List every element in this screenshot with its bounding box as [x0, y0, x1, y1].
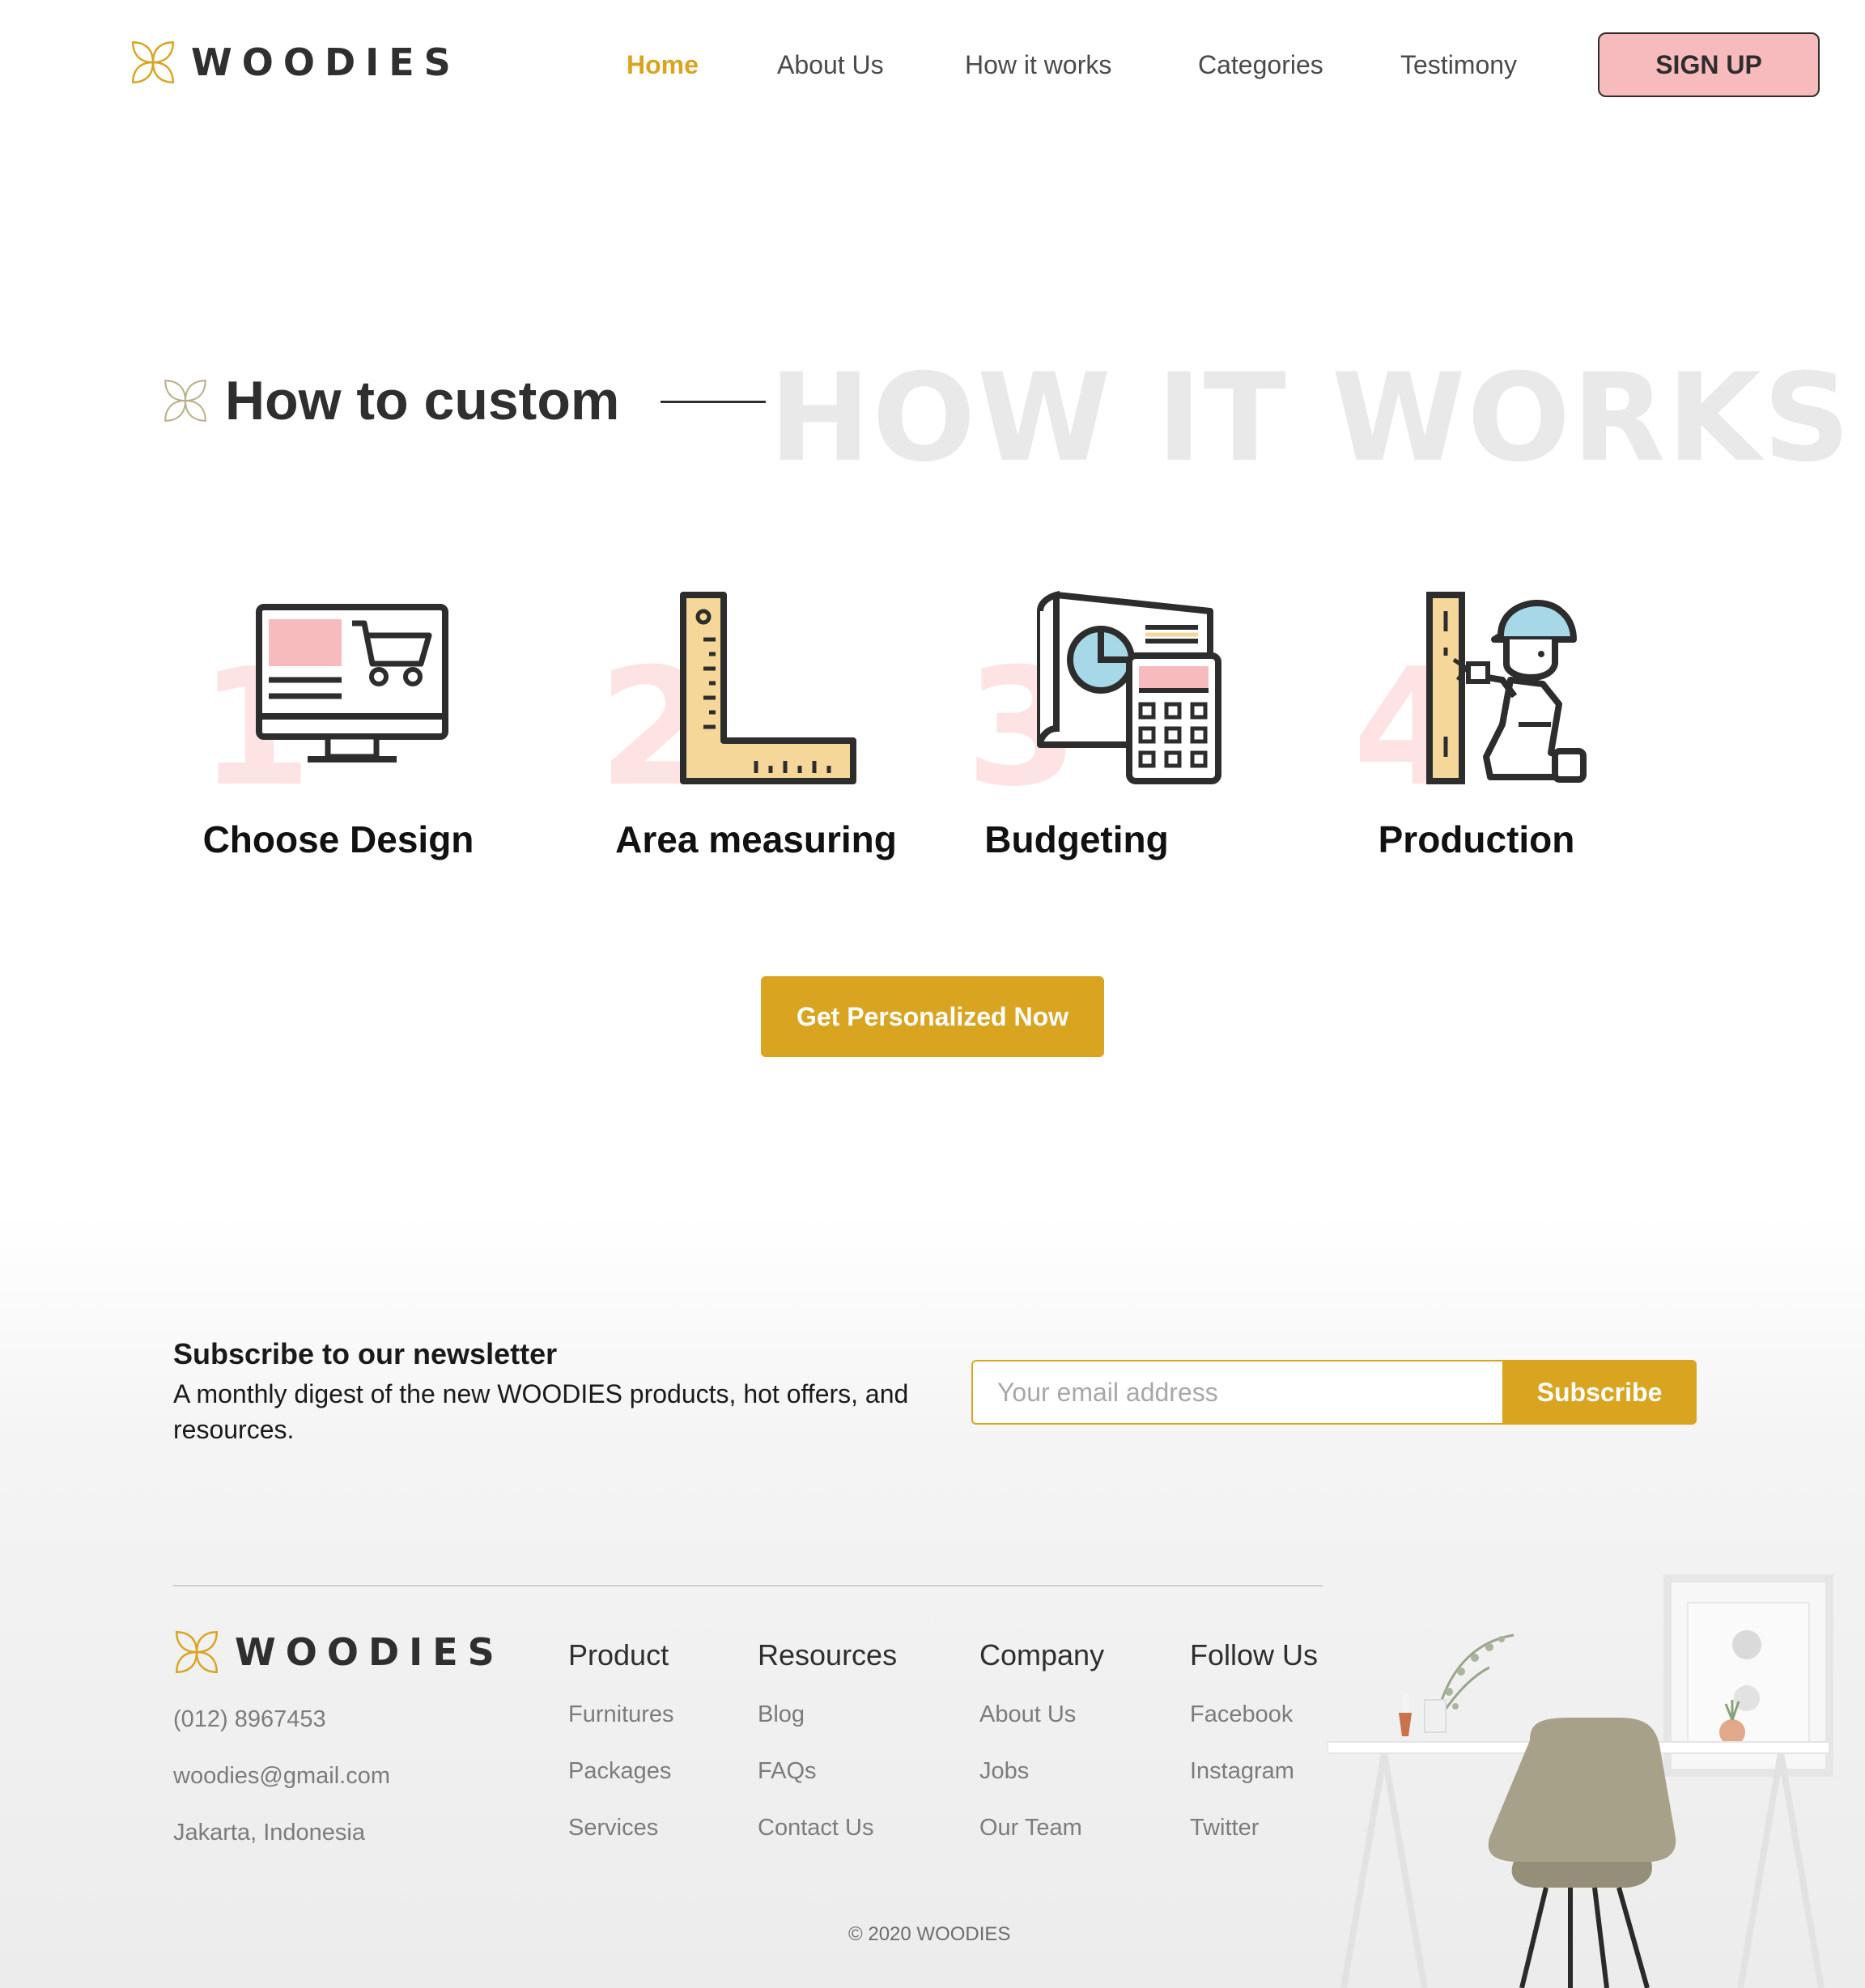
get-personalized-button[interactable]: Get Personalized Now — [761, 976, 1104, 1057]
step-label: Production — [1378, 818, 1575, 860]
how-it-works-header: HOW IT WORKS How to custom — [0, 324, 1865, 489]
step-label: Choose Design — [202, 818, 474, 860]
email-input[interactable] — [971, 1360, 1502, 1425]
footer-link-blog[interactable]: Blog — [758, 1701, 897, 1758]
brand-logo[interactable]: WOODIES — [128, 37, 461, 87]
copyright-text: © 2020 WOODIES — [848, 1923, 1011, 1945]
contact-location: Jakarta, Indonesia — [173, 1820, 365, 1846]
footer-link-jobs[interactable]: Jobs — [979, 1758, 1104, 1815]
newsletter-description: A monthly digest of the new WOODIES prod… — [173, 1379, 909, 1444]
l-ruler-icon — [680, 592, 856, 784]
steps-row: 1 Choose Design 2 Area measuring 3 Budge… — [0, 567, 1865, 890]
desk-chair-illustration — [1327, 1570, 1865, 1988]
footer-col-title: Follow Us — [1190, 1638, 1319, 1672]
clover-icon — [164, 380, 206, 422]
footer-divider — [173, 1585, 1323, 1587]
step-production: 4 Production — [1316, 567, 1705, 874]
brand-name: WOODIES — [191, 40, 461, 84]
footer-link-furnitures[interactable]: Furnitures — [568, 1701, 674, 1758]
section-watermark: HOW IT WORKS — [769, 348, 1852, 489]
monitor-cart-icon — [256, 604, 448, 762]
nav-testimony[interactable]: Testimony — [1400, 45, 1517, 84]
newsletter-title: Subscribe to our newsletter — [173, 1337, 558, 1370]
blueprint-calculator-icon — [1037, 590, 1221, 784]
footer-col-title: Product — [568, 1638, 669, 1672]
footer-col-title: Company — [979, 1638, 1105, 1672]
signup-button[interactable]: SIGN UP — [1598, 32, 1820, 97]
carpenter-icon — [1426, 592, 1587, 784]
title-divider — [661, 401, 766, 403]
nav-categories[interactable]: Categories — [1198, 45, 1323, 84]
footer-link-contact-us[interactable]: Contact Us — [758, 1815, 897, 1871]
site-header: WOODIES Home About Us How it works Categ… — [0, 0, 1865, 130]
footer-link-services[interactable]: Services — [568, 1815, 674, 1871]
footer-col-follow-us: Follow Us Facebook Instagram Twitter — [1190, 1638, 1318, 1871]
footer-col-product: Product Furnitures Packages Services — [568, 1638, 674, 1871]
footer-col-resources: Resources Blog FAQs Contact Us — [758, 1638, 897, 1871]
footer-link-instagram[interactable]: Instagram — [1190, 1758, 1318, 1815]
clover-logo-icon — [175, 1630, 219, 1674]
step-choose-design: 1 Choose Design — [160, 567, 549, 874]
footer-col-title: Resources — [758, 1638, 898, 1672]
section-title: How to custom — [225, 370, 620, 431]
footer-brand-name: WOODIES — [235, 1630, 504, 1674]
contact-email: woodies@gmail.com — [173, 1763, 390, 1789]
contact-phone: (012) 8967453 — [173, 1706, 326, 1732]
nav-about-us[interactable]: About Us — [777, 45, 884, 84]
step-label: Budgeting — [984, 818, 1169, 860]
footer-logo[interactable]: WOODIES — [172, 1627, 504, 1677]
subscribe-button[interactable]: Subscribe — [1502, 1360, 1697, 1425]
nav-how-it-works[interactable]: How it works — [965, 45, 1111, 84]
furniture-scene-image — [1327, 1574, 1833, 1988]
newsletter-form: Subscribe — [971, 1360, 1697, 1425]
footer-contact: (012) 8967453 woodies@gmail.com Jakarta,… — [173, 1706, 390, 1876]
footer-link-faqs[interactable]: FAQs — [758, 1758, 897, 1815]
clover-logo-icon — [131, 40, 175, 84]
section-title-group: How to custom — [160, 369, 619, 432]
step-budgeting: 3 Budgeting — [931, 567, 1319, 874]
footer-col-company: Company About Us Jobs Our Team — [979, 1638, 1104, 1871]
footer-link-about-us[interactable]: About Us — [979, 1701, 1104, 1758]
footer-link-twitter[interactable]: Twitter — [1190, 1815, 1318, 1871]
footer-link-our-team[interactable]: Our Team — [979, 1815, 1104, 1871]
nav-home[interactable]: Home — [627, 45, 699, 84]
footer-link-packages[interactable]: Packages — [568, 1758, 674, 1815]
footer-link-facebook[interactable]: Facebook — [1190, 1701, 1318, 1758]
